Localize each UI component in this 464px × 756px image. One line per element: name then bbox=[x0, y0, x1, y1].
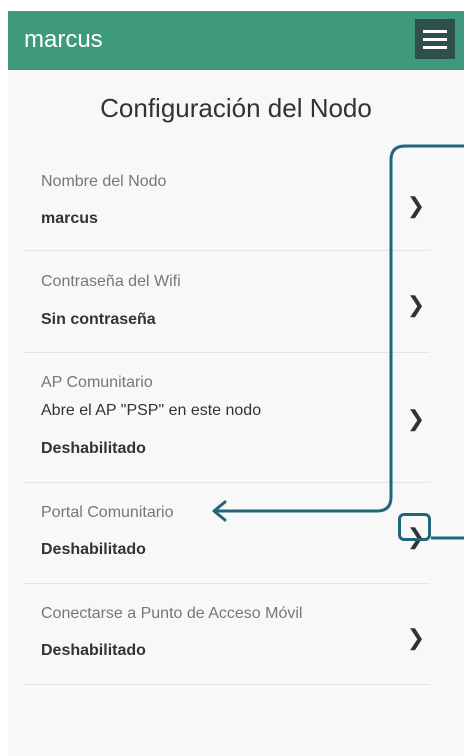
chevron-highlight-box bbox=[398, 513, 431, 541]
app-title: marcus bbox=[24, 26, 103, 53]
app-screen: marcus Configuración del Nodo Nombre del… bbox=[8, 11, 464, 756]
setting-value: Deshabilitado bbox=[41, 440, 146, 457]
chevron-right-icon[interactable]: ❯ bbox=[404, 624, 428, 652]
setting-item-portal-comunitario[interactable]: Portal Comunitario Deshabilitado ❯ bbox=[24, 483, 430, 584]
setting-value: Deshabilitado bbox=[41, 642, 146, 659]
hamburger-menu-icon[interactable] bbox=[415, 19, 455, 59]
top-app-bar: marcus bbox=[8, 11, 464, 70]
setting-label: Portal Comunitario bbox=[41, 504, 174, 521]
menu-bar bbox=[423, 30, 447, 33]
setting-value: marcus bbox=[41, 210, 98, 227]
menu-bar bbox=[423, 46, 447, 49]
chevron-right-icon[interactable]: ❯ bbox=[404, 405, 428, 433]
setting-description: Abre el AP "PSP" en este nodo bbox=[41, 402, 262, 419]
setting-label: Nombre del Nodo bbox=[41, 173, 167, 190]
setting-label: Contraseña del Wifi bbox=[41, 273, 181, 290]
setting-item-ap-comunitario[interactable]: AP Comunitario Abre el AP "PSP" en este … bbox=[24, 353, 430, 483]
setting-label: Conectarse a Punto de Acceso Móvil bbox=[41, 605, 303, 622]
page-title: Configuración del Nodo bbox=[100, 93, 372, 123]
setting-item-punto-de-acceso-movil[interactable]: Conectarse a Punto de Acceso Móvil Desha… bbox=[24, 584, 430, 685]
setting-item-contrasena-del-wifi[interactable]: Contraseña del Wifi Sin contraseña ❯ bbox=[24, 251, 430, 353]
menu-bar bbox=[423, 38, 447, 41]
setting-label: AP Comunitario bbox=[41, 374, 153, 391]
setting-value: Sin contraseña bbox=[41, 311, 156, 328]
chevron-right-icon[interactable]: ❯ bbox=[404, 192, 428, 220]
chevron-right-icon[interactable]: ❯ bbox=[404, 291, 428, 319]
setting-value: Deshabilitado bbox=[41, 541, 146, 558]
setting-item-nombre-del-nodo[interactable]: Nombre del Nodo marcus ❯ bbox=[24, 161, 430, 251]
